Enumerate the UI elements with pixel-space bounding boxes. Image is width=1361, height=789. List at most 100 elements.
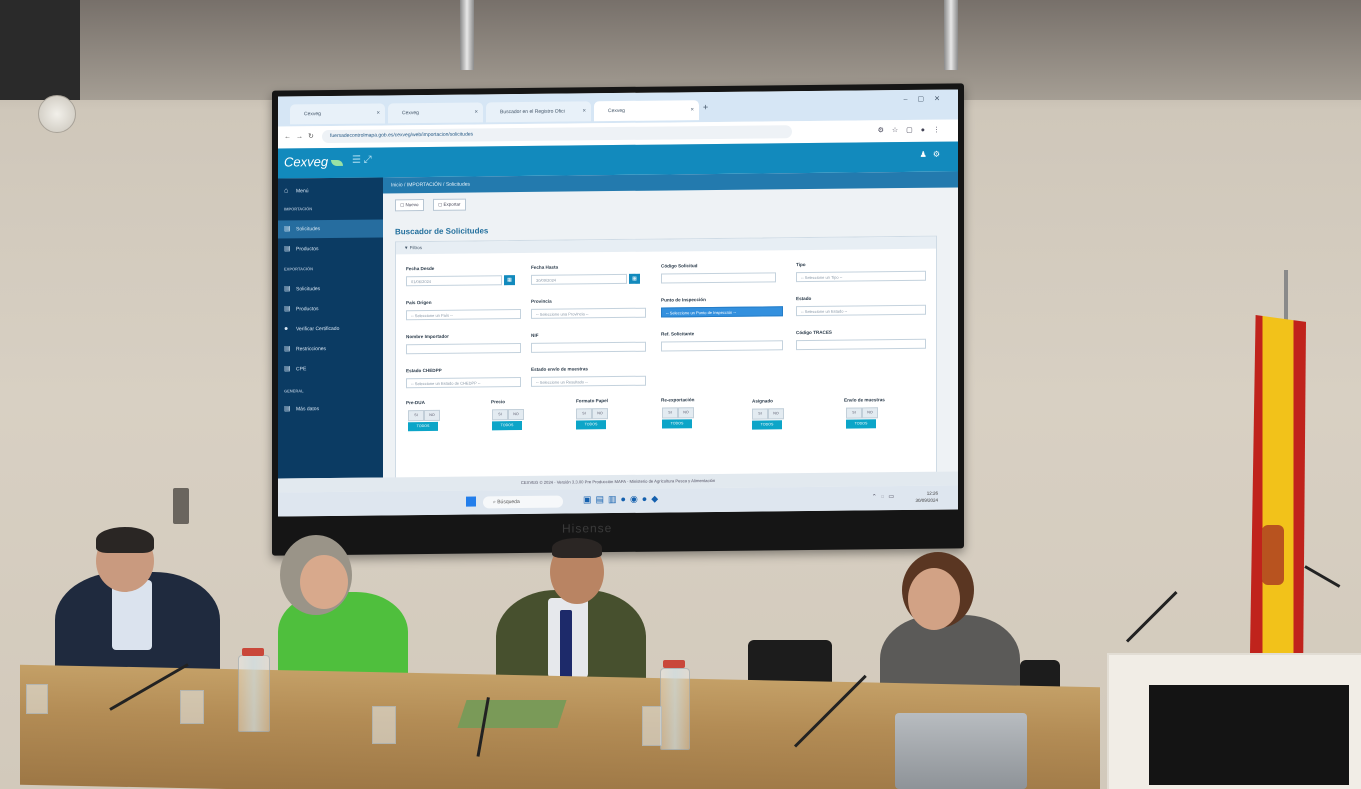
pais-origen-select[interactable]: -- Seleccione un País -- xyxy=(406,309,521,321)
browser-tab[interactable]: Buscador en el Registro Ofici × xyxy=(486,101,591,123)
sidebar-item-label: Restricciones xyxy=(296,346,327,353)
tipo-select[interactable]: -- Seleccione un Tipo -- xyxy=(796,270,926,283)
taskbar-app-icons[interactable]: ▣▤▥●◉●◆ xyxy=(583,494,662,506)
document-icon: ▤ xyxy=(284,225,291,233)
document-icon: ▤ xyxy=(284,245,291,253)
sidebar-item-label: Más datos xyxy=(296,406,320,413)
punto-inspeccion-select[interactable]: -- Seleccione un Punto de Inspección -- xyxy=(661,306,783,318)
nif-input[interactable] xyxy=(531,341,646,353)
url-field[interactable]: fuersadecontrolmapa.gob.es/cexveg/web/im… xyxy=(322,125,792,144)
toggle-label: Re-exportación xyxy=(661,397,695,403)
no-button[interactable]: NO xyxy=(508,408,524,421)
sidebar-item-verificar[interactable]: ● Verificar Certificado xyxy=(278,319,383,338)
sidebar-item-menu[interactable]: ⌂ Menú xyxy=(278,181,383,200)
close-icon[interactable]: × xyxy=(582,101,586,121)
todos-button[interactable]: TODOS xyxy=(408,421,438,432)
flag-crest xyxy=(1262,525,1284,585)
new-tab-button[interactable]: + xyxy=(703,102,708,112)
tab-label: Cexveg xyxy=(304,111,321,118)
toggle-label: Formato Papel xyxy=(576,398,608,404)
ref-solicitante-input[interactable] xyxy=(661,340,783,352)
todos-button[interactable]: TODOS xyxy=(576,420,606,430)
window-controls[interactable]: –▢✕ xyxy=(904,95,950,103)
todos-button[interactable]: TODOS xyxy=(662,419,692,429)
tv-screen: Cexveg × Cexveg × Buscador en el Registro … xyxy=(278,89,958,517)
taskbar-search-label: Búsqueda xyxy=(497,499,520,506)
app-logo[interactable]: Cexveg xyxy=(284,154,344,169)
export-button[interactable]: ▢ Exportar xyxy=(433,198,466,211)
close-icon[interactable]: × xyxy=(376,103,380,123)
todos-button[interactable]: TODOS xyxy=(846,419,876,429)
browser-tab[interactable]: Cexveg × xyxy=(388,102,483,124)
close-icon[interactable]: × xyxy=(474,102,478,122)
document-icon: ▤ xyxy=(284,365,291,373)
spanish-flag xyxy=(1250,315,1306,660)
close-icon[interactable]: × xyxy=(690,100,694,120)
si-button[interactable]: SI xyxy=(846,407,862,419)
estado-envio-select[interactable]: -- Seleccione un Resultado -- xyxy=(531,375,646,387)
wall-tv: Cexveg × Cexveg × Buscador en el Registro … xyxy=(272,83,964,556)
nombre-importador-input[interactable] xyxy=(406,343,521,355)
tab-label: Buscador en el Registro Ofici xyxy=(500,108,565,116)
check-icon: ● xyxy=(284,325,289,333)
podium-panel xyxy=(1149,685,1349,785)
calendar-icon[interactable]: ▦ xyxy=(629,273,640,284)
sidebar-item-mas-datos[interactable]: ▤ Más datos xyxy=(278,399,383,418)
windows-start-icon[interactable] xyxy=(466,496,476,507)
todos-button[interactable]: TODOS xyxy=(752,420,782,430)
field-label: Estado xyxy=(796,295,812,302)
toggle-label: Envío de muestras xyxy=(844,397,885,403)
no-button[interactable]: NO xyxy=(592,408,608,420)
field-label: NIF xyxy=(531,332,539,338)
si-button[interactable]: SI xyxy=(662,407,678,419)
no-button[interactable]: NO xyxy=(862,407,878,419)
field-label: Fecha Desde xyxy=(406,265,435,272)
calendar-icon[interactable]: ▦ xyxy=(504,275,515,286)
filter-header[interactable]: ▼ Filtros xyxy=(396,236,936,255)
podium-microphone xyxy=(1125,590,1178,643)
new-button[interactable]: ▢ Nuevo xyxy=(395,199,424,212)
system-tray[interactable]: ⌃◌▭ xyxy=(872,493,898,500)
water-bottle xyxy=(238,655,270,732)
nav-buttons[interactable]: ←→↻ xyxy=(284,132,319,140)
taskbar-clock: 12:26 30/09/2024 xyxy=(915,490,938,504)
water-bottle xyxy=(660,668,690,750)
sidebar-item-solicitudes-export[interactable]: ▤ Solicitudes xyxy=(278,279,383,298)
hamburger-icon[interactable]: ☰ ⤢ xyxy=(352,155,372,166)
sidebar-item-productos[interactable]: ▤ Productos xyxy=(278,239,383,258)
fecha-hasta-input[interactable]: 30/09/2024 xyxy=(531,273,627,285)
taskbar-search[interactable]: ⌕ Búsqueda xyxy=(483,495,563,509)
si-button[interactable]: SI xyxy=(492,409,508,421)
field-label: Estado CHEDPP xyxy=(406,367,442,374)
no-button[interactable]: NO xyxy=(678,407,694,419)
field-label: Código TRACES xyxy=(796,329,832,336)
si-button[interactable]: SI xyxy=(408,410,424,422)
sidebar-item-restricciones[interactable]: ▤ Restricciones xyxy=(278,339,383,358)
user-icon[interactable]: ♟⚙ xyxy=(920,150,946,159)
no-button[interactable]: NO xyxy=(424,409,440,422)
browser-tab-active[interactable]: Cexveg × xyxy=(594,100,699,122)
sidebar-item-solicitudes[interactable]: ▤ Solicitudes xyxy=(278,219,383,239)
water-glass xyxy=(642,706,662,746)
si-button[interactable]: SI xyxy=(576,408,592,420)
sidebar-item-cpe[interactable]: ▤ CPE xyxy=(278,359,383,378)
si-button[interactable]: SI xyxy=(752,408,768,420)
wall-speaker xyxy=(38,95,76,133)
codigo-traces-input[interactable] xyxy=(796,338,926,351)
section-heading: EXPORTACIÓN xyxy=(284,266,314,272)
water-glass xyxy=(26,684,48,714)
toggle-label: Pre-DUA xyxy=(406,400,425,406)
estado-chedpp-select[interactable]: -- Seleccione un Estado de CHEDPP -- xyxy=(406,377,521,389)
no-button[interactable]: NO xyxy=(768,408,784,420)
fecha-desde-input[interactable]: 01/06/2024 xyxy=(406,275,502,287)
field-label: Provincia xyxy=(531,298,552,304)
codigo-solicitud-input[interactable] xyxy=(661,272,776,284)
estado-select[interactable]: -- Seleccione un Estado -- xyxy=(796,304,926,317)
browser-tab[interactable]: Cexveg × xyxy=(290,103,385,125)
provincia-select[interactable]: -- Seleccione una Provincia -- xyxy=(531,307,646,319)
browser-toolbar-icons[interactable]: ⚙☆▢●⋮ xyxy=(878,126,948,135)
section-heading: GENERAL xyxy=(284,388,304,394)
todos-button[interactable]: TODOS xyxy=(492,421,522,431)
ceiling-band xyxy=(0,0,1361,100)
sidebar-item-productos-export[interactable]: ▤ Productos xyxy=(278,299,383,318)
